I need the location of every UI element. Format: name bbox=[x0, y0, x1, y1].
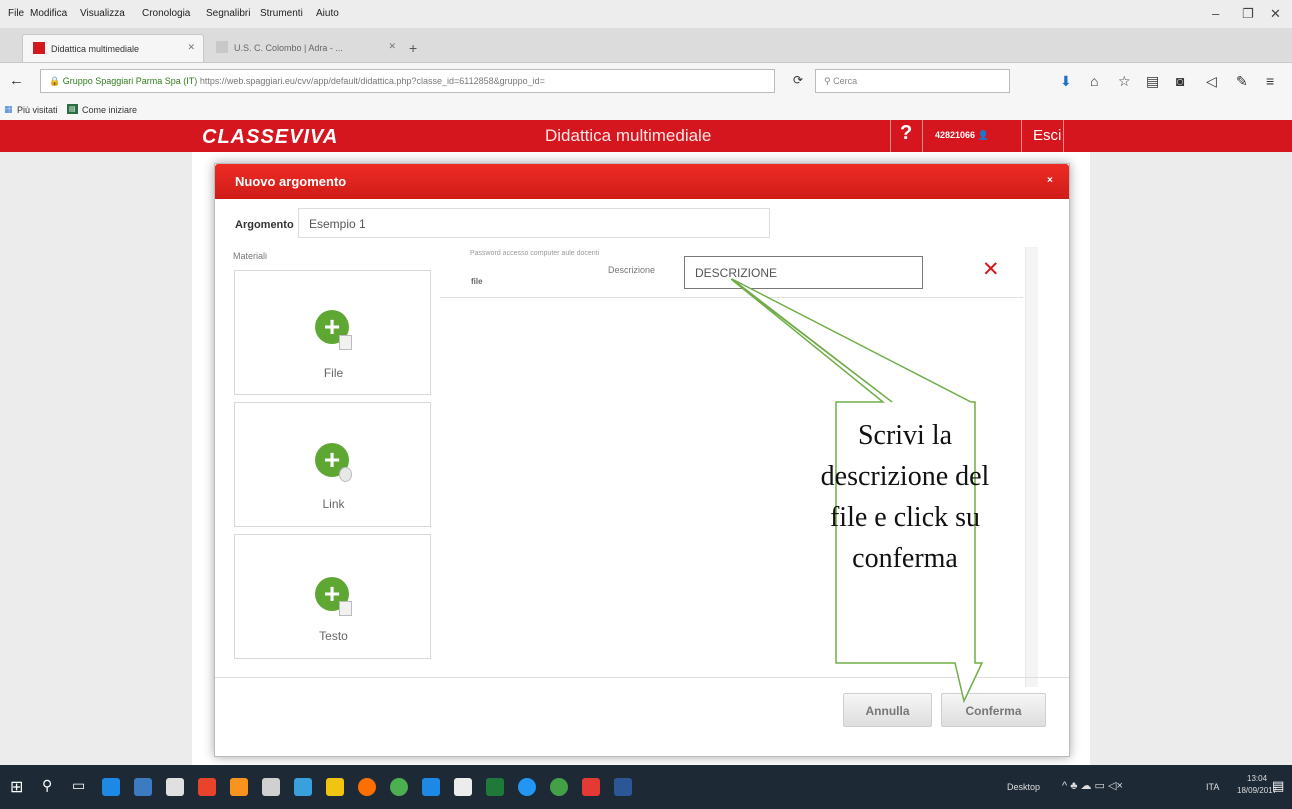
edge-icon[interactable] bbox=[102, 778, 120, 796]
office-icon[interactable] bbox=[198, 778, 216, 796]
file-explorer-icon[interactable] bbox=[134, 778, 152, 796]
callout-line: Scrivi la bbox=[857, 420, 953, 451]
excel-icon[interactable] bbox=[486, 778, 504, 796]
windows-start-icon[interactable]: ⊞ bbox=[10, 777, 23, 797]
tray-desktop-label[interactable]: Desktop bbox=[1007, 782, 1040, 792]
calculator-icon[interactable] bbox=[262, 778, 280, 796]
firefox-icon[interactable] bbox=[358, 778, 376, 796]
folder-icon[interactable] bbox=[326, 778, 344, 796]
callout-line: descrizione del bbox=[820, 461, 990, 492]
app-icon[interactable] bbox=[294, 778, 312, 796]
tray-icons[interactable]: ^ ♣ ☁ ▭ ◁× bbox=[1062, 779, 1123, 792]
chrome2-icon[interactable] bbox=[550, 778, 568, 796]
mail-icon[interactable] bbox=[454, 778, 472, 796]
word-icon[interactable] bbox=[614, 778, 632, 796]
photoshop-icon[interactable] bbox=[422, 778, 440, 796]
search-taskbar-icon[interactable]: ⚲ bbox=[42, 777, 52, 794]
chrome-icon[interactable] bbox=[390, 778, 408, 796]
app2-icon[interactable] bbox=[518, 778, 536, 796]
illustrator-icon[interactable] bbox=[230, 778, 248, 796]
acrobat-icon[interactable] bbox=[582, 778, 600, 796]
callout-text: Scrivi la descrizione del file e click s… bbox=[790, 415, 1020, 579]
callout-line: file e click su bbox=[829, 502, 981, 533]
callout-shape bbox=[730, 278, 984, 704]
notifications-icon[interactable]: ▤ bbox=[1272, 778, 1284, 794]
task-view-icon[interactable]: ▭ bbox=[72, 777, 85, 794]
windows-taskbar: ⊞ ⚲ ▭ Desktop ^ ♣ ☁ ▭ ◁× ITA 13:04 18/09… bbox=[0, 765, 1292, 809]
store-icon[interactable] bbox=[166, 778, 184, 796]
tray-language[interactable]: ITA bbox=[1206, 782, 1219, 792]
callout-line: conferma bbox=[852, 543, 958, 574]
